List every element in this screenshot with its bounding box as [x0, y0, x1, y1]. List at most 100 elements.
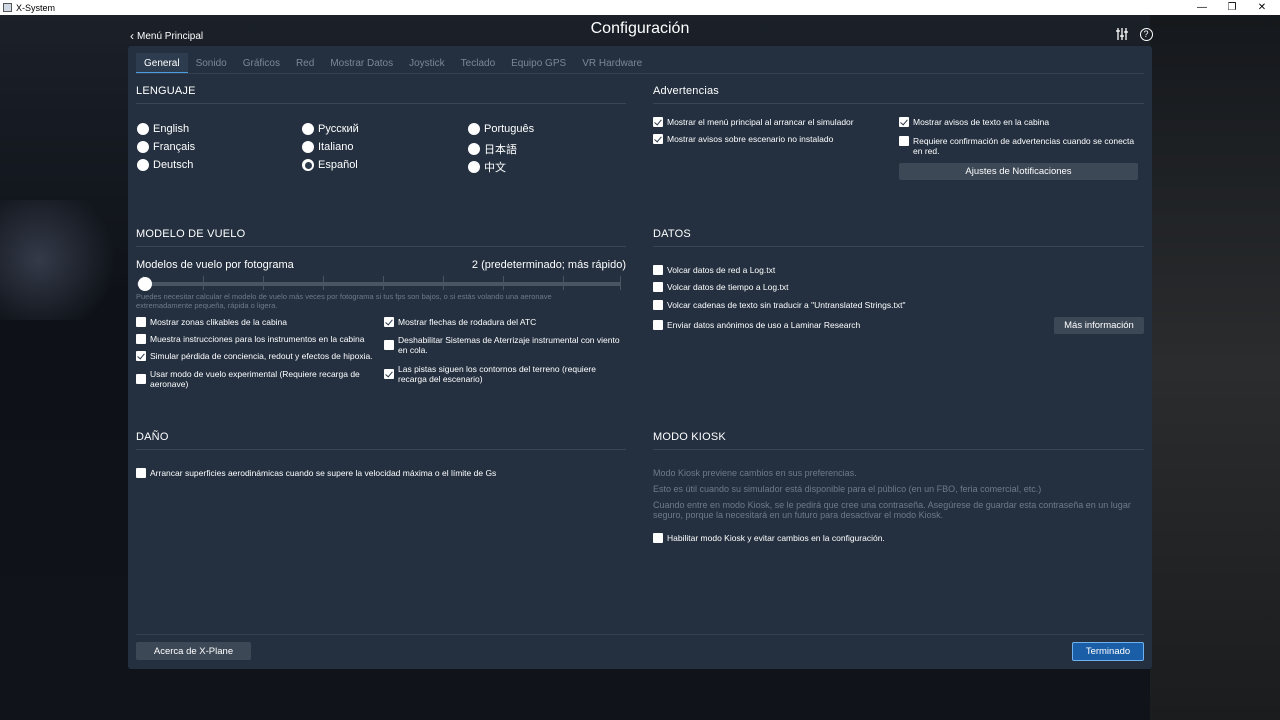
radio-deutsch[interactable]: Deutsch	[137, 159, 193, 171]
radio-label: Português	[484, 123, 535, 135]
checkbox-dump-timing-data[interactable]: Volcar datos de tiempo a Log.txt	[653, 282, 1033, 292]
checkbox-missing-scenery[interactable]: Mostrar avisos sobre escenario no instal…	[653, 134, 893, 144]
section-divider	[653, 246, 1144, 247]
tab-graficos[interactable]: Gráficos	[235, 53, 288, 74]
radio-label: Русский	[318, 123, 359, 135]
checkbox-label: Requiere confirmación de advertencias cu…	[913, 136, 1135, 156]
sliders-icon[interactable]	[1114, 27, 1130, 41]
tab-joystick[interactable]: Joystick	[401, 53, 453, 74]
header-icons: ?	[1114, 27, 1154, 41]
radio-label: 日本語	[484, 144, 517, 156]
section-title-dano: DAÑO	[136, 431, 169, 443]
checkbox-label: Mostrar flechas de rodadura del ATC	[398, 317, 537, 327]
checkbox-box	[136, 317, 146, 327]
section-title-modo-kiosk: MODO KIOSK	[653, 431, 726, 443]
radio-dot	[302, 123, 314, 135]
checkbox-label: Deshabilitar Sistemas de Aterrizaje inst…	[398, 335, 620, 355]
kiosk-description-2: Esto es útil cuando su simulador está di…	[653, 484, 1042, 494]
close-icon[interactable]: ✕	[1248, 0, 1276, 15]
radio-italiano[interactable]: Italiano	[302, 141, 353, 153]
checkbox-label: Simular pérdida de conciencia, redout y …	[150, 351, 373, 361]
tab-sonido[interactable]: Sonido	[188, 53, 235, 74]
footer-divider	[136, 634, 1144, 635]
radio-english[interactable]: English	[137, 123, 189, 135]
checkbox-hypoxia-effects[interactable]: Simular pérdida de conciencia, redout y …	[136, 351, 376, 361]
checkbox-rip-surfaces[interactable]: Arrancar superficies aerodinámicas cuand…	[136, 468, 616, 478]
tab-red[interactable]: Red	[288, 53, 322, 74]
section-divider	[653, 449, 1144, 450]
checkbox-cockpit-text-warnings[interactable]: Mostrar avisos de texto en la cabina	[899, 117, 1139, 127]
radio-label: Français	[153, 141, 196, 153]
flight-model-slider-thumb[interactable]	[138, 277, 152, 291]
checkbox-label: Mostrar zonas clikables de la cabina	[150, 317, 288, 327]
checkbox-clickable-zones[interactable]: Mostrar zonas clikables de la cabina	[136, 317, 376, 327]
more-info-button[interactable]: Más información	[1054, 317, 1144, 334]
cockpit-background	[1150, 15, 1280, 720]
section-title-modelo-de-vuelo: MODELO DE VUELO	[136, 228, 246, 240]
checkbox-box	[653, 282, 663, 292]
slider-ticks	[143, 276, 621, 290]
radio-label: Italiano	[318, 141, 354, 153]
section-divider	[136, 246, 626, 247]
radio-chinese[interactable]: 中文	[468, 159, 506, 175]
section-title-advertencias: Advertencias	[653, 85, 719, 97]
checkbox-label: Usar modo de vuelo experimental (Requier…	[150, 369, 360, 389]
checkbox-network-warnings[interactable]: Requiere confirmación de advertencias cu…	[899, 136, 1139, 156]
checkbox-show-main-menu[interactable]: Mostrar el menú principal al arrancar el…	[653, 117, 893, 127]
radio-francais[interactable]: Français	[137, 141, 195, 153]
checkbox-enable-kiosk[interactable]: Habilitar modo Kiosk y evitar cambios en…	[653, 533, 1133, 543]
checkbox-label: Mostrar avisos sobre escenario no instal…	[667, 134, 834, 144]
tab-equipo-gps[interactable]: Equipo GPS	[503, 53, 574, 74]
tab-vr-hardware[interactable]: VR Hardware	[574, 53, 650, 74]
radio-japanese[interactable]: 日本語	[468, 141, 517, 157]
checkbox-label: Volcar cadenas de texto sin traducir a "…	[667, 300, 906, 310]
checkbox-experimental-flight-model[interactable]: Usar modo de vuelo experimental (Requier…	[136, 369, 366, 389]
slider-label: Modelos de vuelo por fotograma	[136, 259, 294, 271]
settings-panel: General Sonido Gráficos Red Mostrar Dato…	[128, 46, 1152, 669]
checkbox-disable-ils-tailwind[interactable]: Deshabilitar Sistemas de Aterrizaje inst…	[384, 335, 626, 355]
checkbox-label: Volcar datos de red a Log.txt	[667, 265, 776, 275]
section-title-lenguaje: LENGUAJE	[136, 85, 196, 97]
checkbox-dump-untranslated-strings[interactable]: Volcar cadenas de texto sin traducir a "…	[653, 300, 1033, 310]
radio-russian[interactable]: Русский	[302, 123, 359, 135]
checkbox-box	[653, 265, 663, 275]
slider-value: 2 (predeterminado; más rápido)	[471, 259, 626, 271]
checkbox-box	[899, 136, 909, 146]
radio-espanol[interactable]: Español	[302, 159, 358, 171]
radio-label: 中文	[484, 162, 506, 174]
kiosk-description-1: Modo Kiosk previene cambios en sus prefe…	[653, 468, 857, 478]
tab-divider	[136, 73, 1144, 74]
checkbox-label: Las pistas siguen los contornos del terr…	[398, 364, 596, 384]
radio-portugues[interactable]: Português	[468, 123, 534, 135]
checkbox-anonymous-usage-data[interactable]: Enviar datos anónimos de uso a Laminar R…	[653, 320, 1033, 330]
checkbox-label: Mostrar avisos de texto en la cabina	[913, 117, 1050, 127]
radio-dot	[137, 159, 149, 171]
radio-dot	[137, 141, 149, 153]
done-button[interactable]: Terminado	[1072, 642, 1144, 661]
section-divider	[653, 103, 1144, 104]
checkbox-box	[136, 468, 146, 478]
app-icon	[3, 3, 12, 12]
checkbox-runways-follow-terrain[interactable]: Las pistas siguen los contornos del terr…	[384, 364, 626, 384]
checkbox-box	[653, 117, 663, 127]
tab-mostrar-datos[interactable]: Mostrar Datos	[322, 53, 401, 74]
section-title-datos: DATOS	[653, 228, 691, 240]
window-title: X-System	[16, 2, 56, 13]
about-xplane-button[interactable]: Acerca de X-Plane	[136, 642, 251, 660]
kiosk-description-3: Cuando entre en modo Kiosk, se le pedirá…	[653, 500, 1131, 520]
checkbox-atc-taxi-arrows[interactable]: Mostrar flechas de rodadura del ATC	[384, 317, 626, 327]
tab-teclado[interactable]: Teclado	[453, 53, 503, 74]
restore-icon[interactable]: ❐	[1218, 0, 1246, 15]
help-icon[interactable]: ?	[1138, 27, 1154, 41]
tab-general[interactable]: General	[136, 53, 188, 74]
checkbox-dump-network-data[interactable]: Volcar datos de red a Log.txt	[653, 265, 1033, 275]
radio-label: Español	[318, 159, 358, 171]
radio-dot	[137, 123, 149, 135]
checkbox-instrument-instructions[interactable]: Muestra instrucciones para los instrumen…	[136, 334, 376, 344]
radio-dot	[302, 141, 314, 153]
checkbox-box	[384, 369, 394, 379]
radio-dot	[468, 161, 480, 173]
notification-settings-button[interactable]: Ajustes de Notificaciones	[899, 163, 1138, 180]
checkbox-label: Arrancar superficies aerodinámicas cuand…	[150, 468, 497, 478]
minimize-icon[interactable]: —	[1188, 0, 1216, 15]
